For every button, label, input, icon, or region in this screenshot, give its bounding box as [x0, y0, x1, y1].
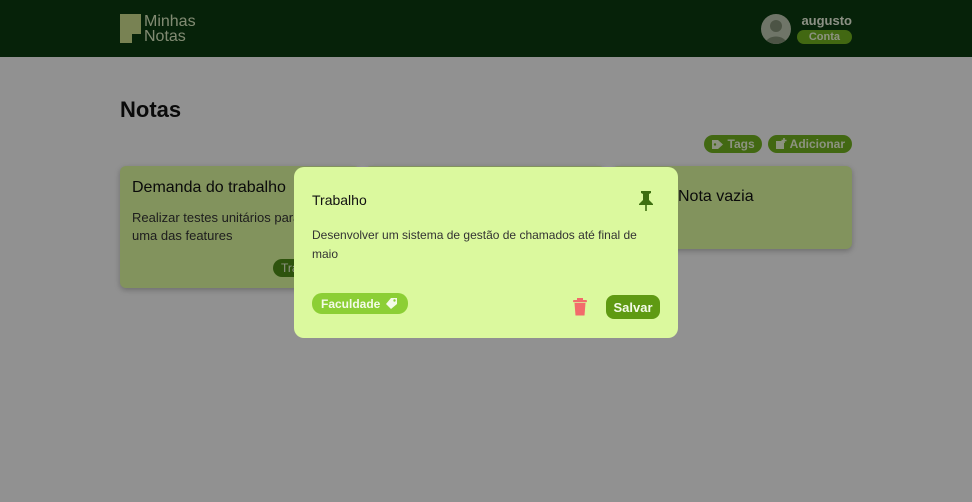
modal-note-tag-label: Faculdade	[321, 296, 381, 311]
modal-note-tag[interactable]: Faculdade	[312, 293, 409, 314]
modal-note-body[interactable]: Desenvolver um sistema de gestão de cham…	[312, 226, 664, 264]
modal-note-title[interactable]: Trabalho	[312, 192, 367, 208]
trash-icon[interactable]	[572, 298, 588, 316]
tag-icon	[386, 298, 398, 309]
note-edit-modal: Trabalho Desenvolver um sistema de gestã…	[294, 167, 678, 338]
save-button[interactable]: Salvar	[606, 295, 660, 319]
pin-icon[interactable]	[637, 190, 655, 212]
